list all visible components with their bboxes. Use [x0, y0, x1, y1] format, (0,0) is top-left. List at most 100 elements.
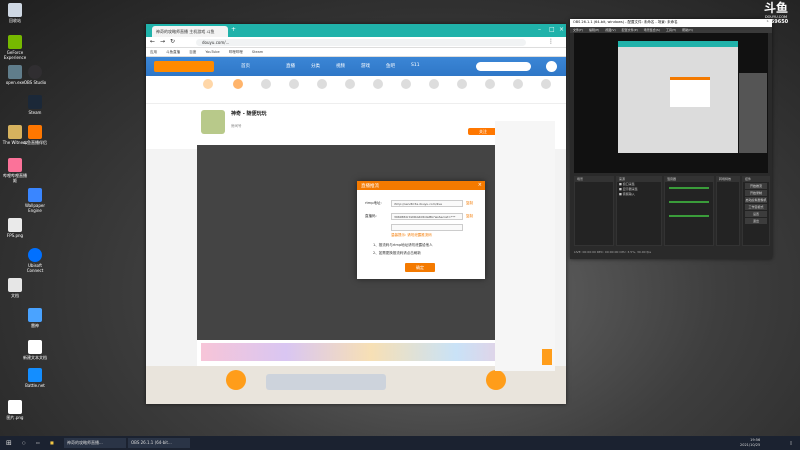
push-stream-dialog: 直播推流 × rtmp地址: rtmp://sendtc3a.douyu.com… — [357, 181, 485, 279]
taskbar-item[interactable]: OBS 26.1.1 (64-bit... — [128, 438, 190, 448]
bookmark[interactable]: YouTube — [205, 50, 219, 54]
ok-button[interactable]: 确定 — [405, 263, 435, 272]
menu-item[interactable]: 编辑(E) — [589, 28, 599, 32]
category-icon[interactable] — [282, 79, 306, 91]
back-icon[interactable]: ← — [150, 38, 155, 45]
settings-button[interactable]: 设置 — [745, 211, 767, 217]
bookmark[interactable]: 百度 — [189, 50, 196, 54]
exit-button[interactable]: 退出 — [745, 218, 767, 224]
file-explorer-icon[interactable]: ■ — [50, 438, 54, 448]
site-logo[interactable] — [154, 61, 214, 72]
taskbar: ⊞ ○ ▭ ■ 神奇的攻略师直播... OBS 26.1.1 (64-bit..… — [0, 436, 800, 450]
clock[interactable]: 19:56 2021/10/25 — [740, 438, 760, 448]
start-streaming-button[interactable]: 开始推流 — [745, 183, 767, 189]
coin-icon[interactable] — [226, 370, 246, 390]
category-icons — [146, 76, 566, 104]
dialog-header: 直播推流 × — [357, 181, 485, 190]
copy-button[interactable]: 复制 — [466, 201, 473, 206]
search-icon[interactable]: ○ — [22, 438, 26, 448]
menu-item[interactable]: 配置文件(P) — [622, 28, 638, 32]
text-file-icon — [28, 340, 42, 354]
studio-mode-button[interactable]: 工作室模式 — [745, 204, 767, 210]
nav-item[interactable]: 鱼吧 — [386, 63, 395, 69]
desktop-icon[interactable]: OBS Studio — [22, 65, 48, 85]
menu-item[interactable]: 工具(T) — [666, 28, 676, 32]
server-select[interactable] — [391, 224, 463, 231]
category-icon[interactable] — [534, 79, 558, 91]
desktop-icon[interactable]: 新建文本文档 — [22, 340, 48, 360]
browser-tab[interactable]: 神奇的攻略师直播 主机游戏 斗鱼 — [152, 26, 228, 37]
menu-item[interactable]: 场景集合(S) — [644, 28, 660, 32]
desktop-icon[interactable]: Steam — [22, 95, 48, 115]
streamer-avatar[interactable] — [201, 110, 225, 134]
category-icon[interactable] — [422, 79, 446, 91]
task-view-icon[interactable]: ▭ — [36, 438, 40, 448]
transitions-panel: 转场特效 — [716, 176, 740, 246]
menu-item[interactable]: 帮助(H) — [682, 28, 693, 32]
virtual-camera-button[interactable]: 启动虚拟摄像机 — [745, 197, 767, 203]
category-icon[interactable] — [478, 79, 502, 91]
follow-button[interactable]: 关注 — [468, 128, 498, 135]
source-item[interactable]: ■ 音频输入 — [617, 192, 661, 197]
rtmp-field[interactable]: rtmp://sendtc3a.douyu.com/live — [391, 200, 463, 207]
menu-icon[interactable]: ⋮ — [548, 38, 554, 45]
start-icon[interactable]: ⊞ — [6, 438, 12, 448]
new-tab-icon[interactable]: + — [231, 26, 236, 33]
menu-item[interactable]: 视图(V) — [605, 28, 615, 32]
wallpaper-engine-icon — [28, 188, 42, 202]
reload-icon[interactable]: ↻ — [170, 38, 175, 45]
desktop-icon[interactable]: 雷神 — [22, 308, 48, 328]
bookmark[interactable]: 应用 — [150, 50, 157, 54]
desktop-icon[interactable]: 文档 — [2, 278, 28, 298]
obs-status-bar: LIVE: 00:00:00 REC: 00:00:00 CPU: 3.5%, … — [574, 250, 652, 254]
desktop-icon[interactable]: GeForce Experience — [2, 35, 28, 60]
desktop-icon[interactable]: 斗鱼直播伴侣 — [22, 125, 48, 145]
preview-dialog — [670, 77, 710, 107]
category-icon[interactable] — [196, 79, 220, 91]
send-button[interactable] — [542, 349, 552, 365]
gift-strip[interactable] — [201, 343, 541, 361]
close-icon[interactable]: × — [559, 26, 564, 33]
bookmark[interactable]: 哔哩哔哩 — [229, 50, 243, 54]
start-recording-button[interactable]: 开始录制 — [745, 190, 767, 196]
bookmark[interactable]: 斗鱼直播 — [166, 50, 180, 54]
menu-item[interactable]: 文件(F) — [573, 28, 583, 32]
coin-icon[interactable] — [486, 370, 506, 390]
bookmark[interactable]: Steam — [252, 50, 263, 54]
desktop-icon[interactable]: Battle.net — [22, 368, 48, 388]
nav-item[interactable]: 视频 — [336, 63, 345, 69]
desktop-icon[interactable]: 图片.png — [2, 400, 28, 420]
desktop-icon[interactable]: Ubisoft Connect — [22, 248, 48, 273]
category-icon[interactable] — [254, 79, 278, 91]
minimize-icon[interactable]: – — [538, 26, 541, 33]
search-input[interactable] — [476, 62, 531, 71]
nav-item[interactable]: S11 — [411, 63, 420, 68]
copy-button[interactable]: 复制 — [466, 214, 473, 219]
desktop-icon[interactable]: FPS.png — [2, 218, 28, 238]
nav-item[interactable]: 首页 — [241, 63, 250, 69]
audio-meter — [669, 201, 709, 203]
taskbar-item[interactable]: 神奇的攻略师直播... — [64, 438, 126, 448]
category-icon[interactable] — [310, 79, 334, 91]
category-icon[interactable] — [506, 79, 530, 91]
category-icon[interactable] — [450, 79, 474, 91]
nav-item[interactable]: 游戏 — [361, 63, 370, 69]
notification-icon[interactable]: ▯ — [790, 438, 792, 448]
category-icon[interactable] — [366, 79, 390, 91]
category-icon[interactable] — [394, 79, 418, 91]
promo-banner[interactable] — [266, 374, 386, 390]
stream-code-field[interactable]: 3969650rXxNbGKXKdaMb?wsSecret=*** — [391, 213, 463, 220]
nav-item[interactable]: 分类 — [311, 63, 320, 69]
maximize-icon[interactable]: □ — [549, 26, 555, 33]
category-icon[interactable] — [226, 79, 250, 91]
category-icon[interactable] — [338, 79, 362, 91]
desktop-icon[interactable]: 回收站 — [2, 3, 28, 23]
desktop-icon[interactable]: 哔哩哔哩直播姬 — [2, 158, 28, 183]
obs-preview[interactable] — [574, 33, 768, 173]
desktop-icon[interactable]: Wallpaper Engine — [22, 188, 48, 213]
nav-item[interactable]: 直播 — [286, 63, 295, 69]
url-input[interactable]: douyu.com/... — [196, 39, 526, 46]
forward-icon[interactable]: → — [160, 38, 165, 45]
close-icon[interactable]: × — [478, 182, 482, 188]
avatar[interactable] — [546, 61, 557, 72]
